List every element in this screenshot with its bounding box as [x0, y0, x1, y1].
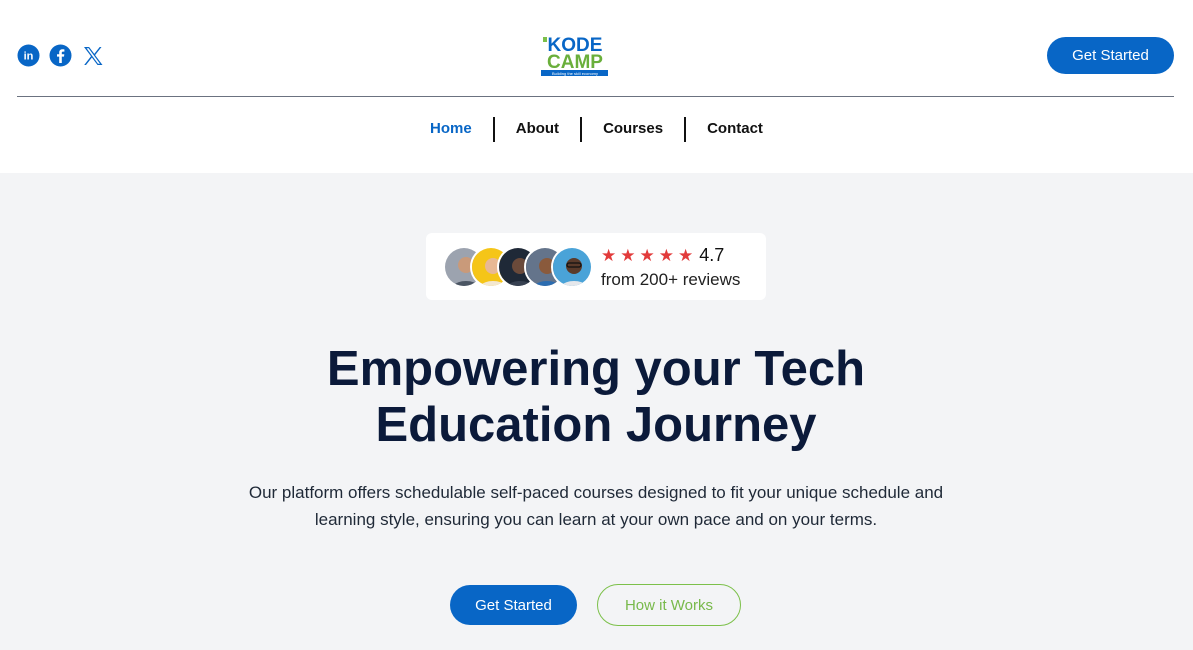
site-header: in KODE CAMP Building the skill economy …: [0, 0, 1193, 97]
rating-value: 4.7: [699, 245, 725, 265]
social-links: in: [17, 44, 104, 67]
star-icon: ★: [639, 245, 655, 266]
linkedin-icon[interactable]: in: [17, 44, 40, 67]
star-icon: ★: [601, 245, 617, 266]
nav-about[interactable]: About: [495, 116, 580, 142]
kodecamp-logo[interactable]: KODE CAMP Building the skill economy: [540, 34, 610, 78]
hero-get-started-button[interactable]: Get Started: [450, 585, 577, 625]
nav-courses[interactable]: Courses: [582, 116, 684, 142]
hero-title-line1: Empowering your Tech: [326, 342, 866, 396]
x-twitter-icon[interactable]: [81, 44, 104, 67]
hero-title: Empowering your Tech Education Journey: [196, 341, 996, 453]
hero-title-line2: Education Journey: [375, 398, 817, 452]
nav-home[interactable]: Home: [409, 116, 493, 142]
reviews-card: ★ ★ ★ ★ ★ 4.7 from 200+ reviews: [426, 233, 766, 300]
nav-contact[interactable]: Contact: [686, 116, 784, 142]
star-icon: ★: [658, 245, 674, 266]
svg-text:in: in: [24, 51, 34, 63]
svg-text:Building the skill economy: Building the skill economy: [552, 71, 598, 76]
hero-description: Our platform offers schedulable self-pac…: [248, 483, 944, 529]
star-icon: ★: [620, 245, 636, 266]
reviewer-avatars: [443, 246, 593, 288]
get-started-button[interactable]: Get Started: [1047, 37, 1174, 74]
main-nav: Home About Courses Contact: [0, 116, 1193, 142]
avatar: [551, 246, 593, 288]
header-divider: [17, 96, 1174, 97]
facebook-icon[interactable]: [49, 44, 72, 67]
how-it-works-button[interactable]: How it Works: [597, 584, 741, 626]
svg-text:CAMP: CAMP: [547, 52, 603, 73]
star-rating: ★ ★ ★ ★ ★ 4.7: [601, 245, 724, 266]
star-icon: ★: [678, 245, 694, 266]
reviews-count-text: from 200+ reviews: [601, 270, 741, 289]
